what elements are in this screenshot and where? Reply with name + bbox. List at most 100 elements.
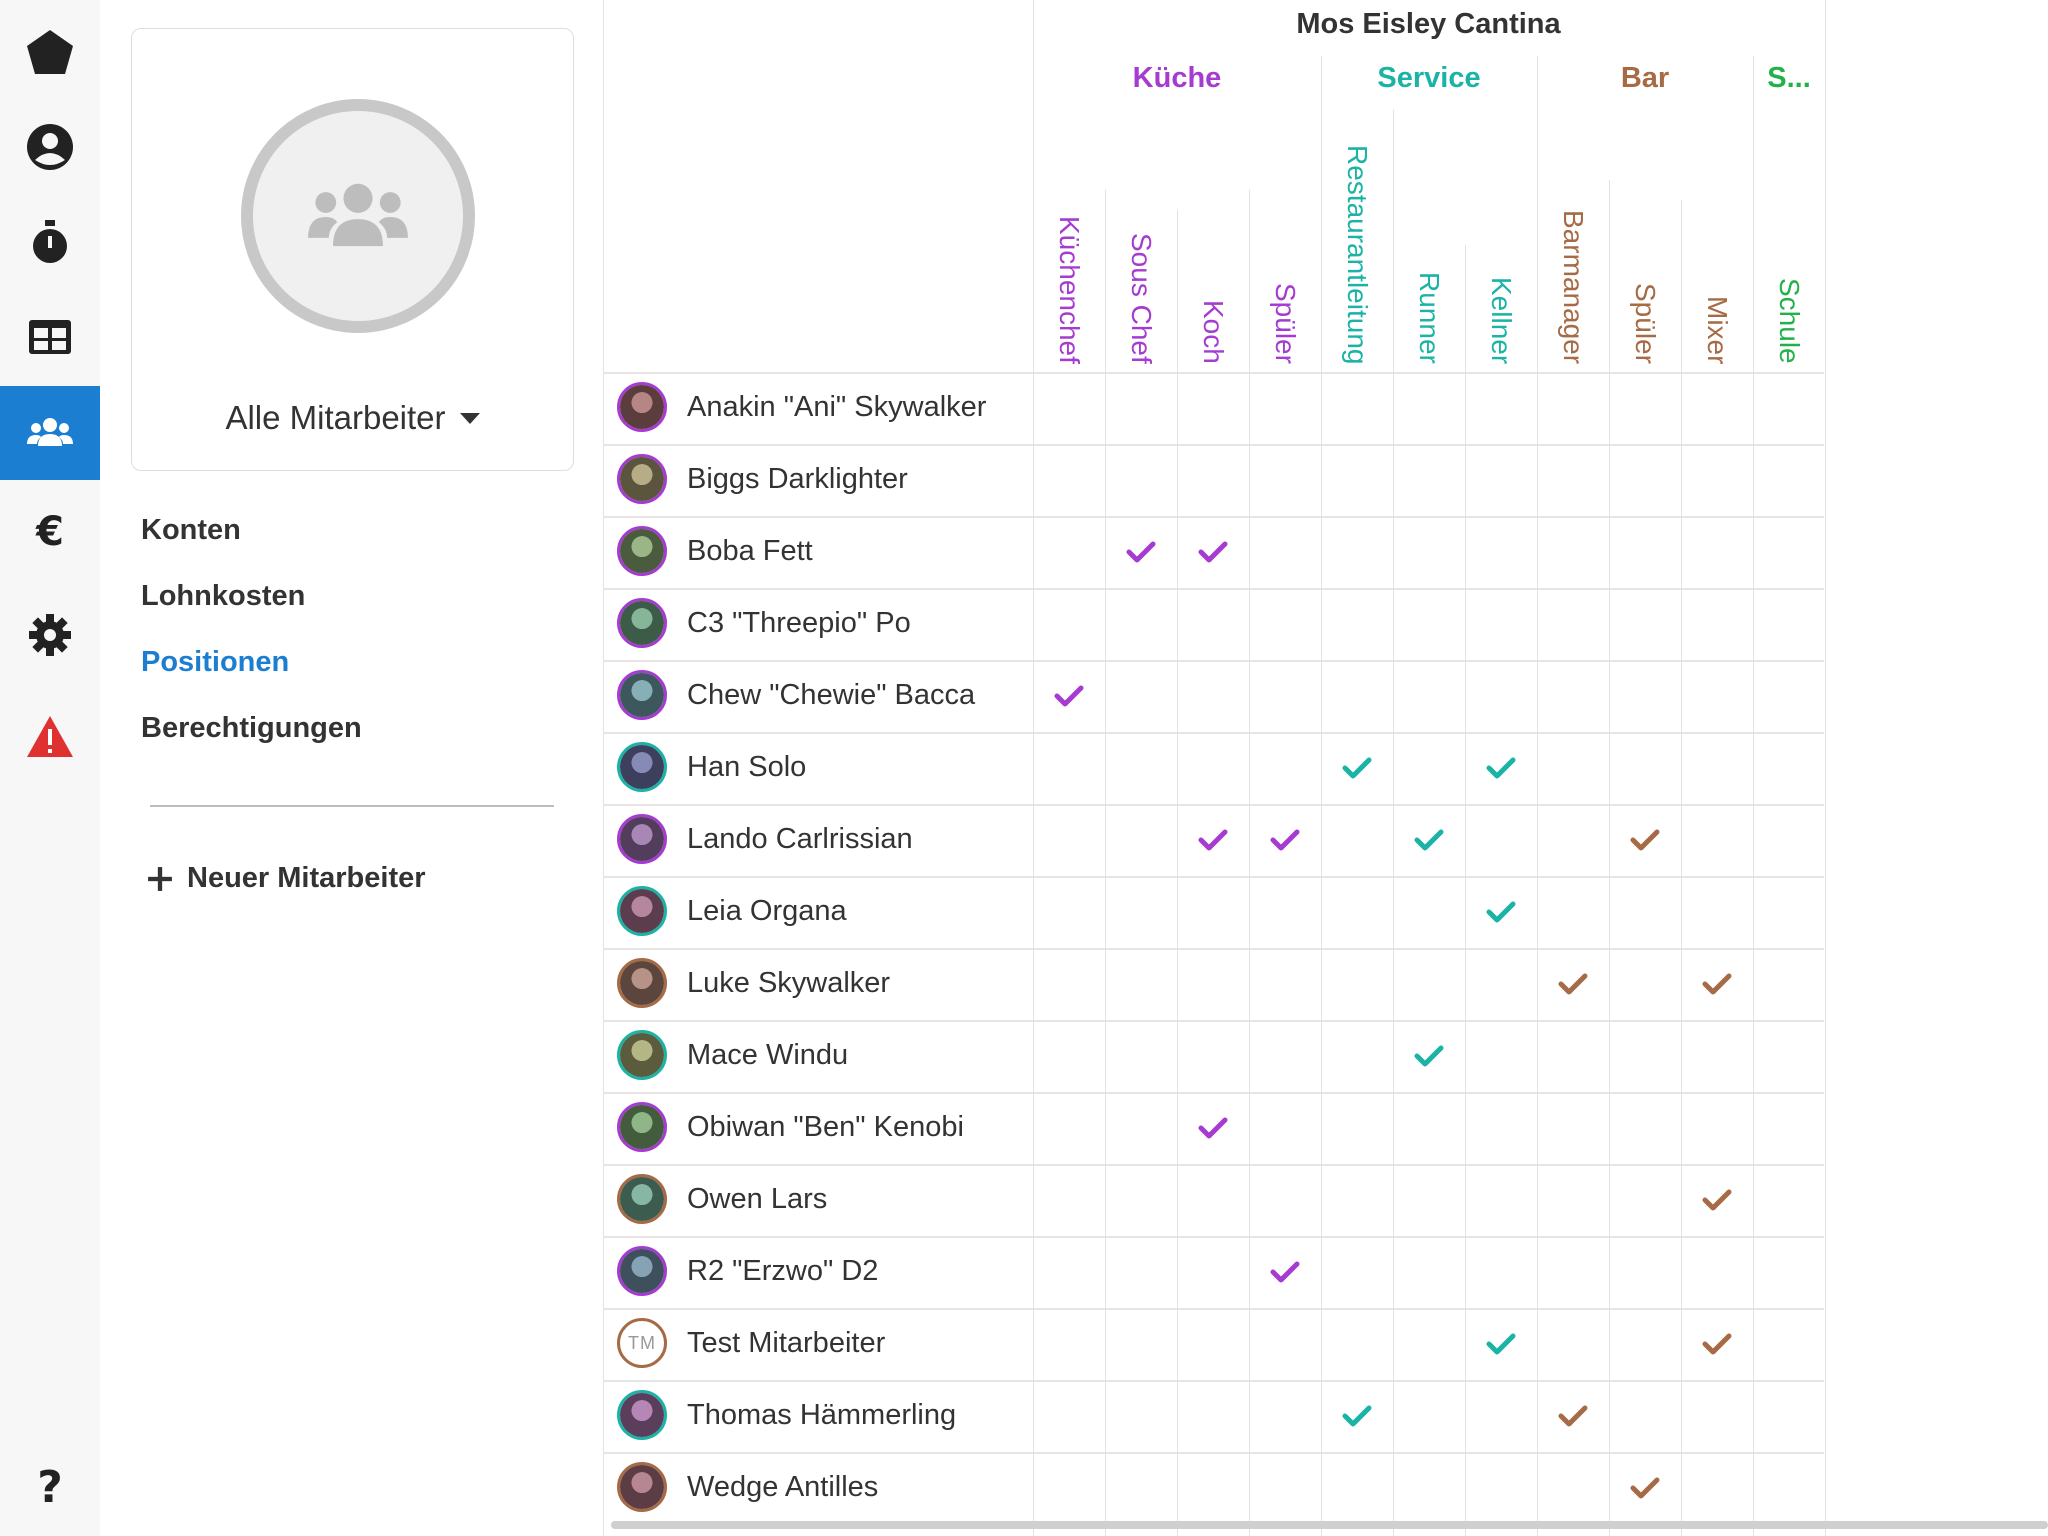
- position-cell[interactable]: [1393, 662, 1465, 734]
- position-cell[interactable]: [1753, 878, 1825, 950]
- position-cell[interactable]: [1465, 1454, 1537, 1526]
- position-cell[interactable]: [1321, 1022, 1393, 1094]
- position-cell[interactable]: [1465, 662, 1537, 734]
- position-cell[interactable]: [1033, 1310, 1105, 1382]
- employee-name[interactable]: Wedge Antilles: [687, 1471, 878, 1504]
- position-cell[interactable]: [1681, 1454, 1753, 1526]
- horizontal-scrollbar[interactable]: [611, 1521, 2048, 1529]
- position-cell[interactable]: [1249, 734, 1321, 806]
- position-cell[interactable]: [1537, 374, 1609, 446]
- position-cell[interactable]: [1033, 806, 1105, 878]
- employee-name[interactable]: Anakin "Ani" Skywalker: [687, 391, 986, 424]
- position-cell[interactable]: [1681, 518, 1753, 590]
- position-cell[interactable]: [1033, 446, 1105, 518]
- home-button[interactable]: [0, 5, 100, 99]
- position-cell[interactable]: [1249, 662, 1321, 734]
- position-cell[interactable]: [1393, 734, 1465, 806]
- position-cell[interactable]: [1321, 1382, 1393, 1454]
- position-cell[interactable]: [1753, 950, 1825, 1022]
- position-cell[interactable]: [1177, 1094, 1249, 1166]
- position-cell[interactable]: [1681, 1166, 1753, 1238]
- position-cell[interactable]: [1753, 1238, 1825, 1310]
- settings-button[interactable]: [0, 588, 100, 682]
- position-cell[interactable]: [1537, 878, 1609, 950]
- profile-button[interactable]: [0, 100, 100, 194]
- position-cell[interactable]: [1033, 950, 1105, 1022]
- employee-name[interactable]: Han Solo: [687, 751, 806, 784]
- position-cell[interactable]: [1249, 446, 1321, 518]
- position-cell[interactable]: [1393, 1094, 1465, 1166]
- position-cell[interactable]: [1249, 1238, 1321, 1310]
- position-cell[interactable]: [1753, 590, 1825, 662]
- position-cell[interactable]: [1537, 590, 1609, 662]
- position-cell[interactable]: [1105, 1382, 1177, 1454]
- employee-name[interactable]: Leia Organa: [687, 895, 847, 928]
- position-cell[interactable]: [1105, 878, 1177, 950]
- position-cell[interactable]: [1321, 374, 1393, 446]
- position-cell[interactable]: [1681, 1310, 1753, 1382]
- position-cell[interactable]: [1249, 878, 1321, 950]
- position-cell[interactable]: [1465, 1382, 1537, 1454]
- position-cell[interactable]: [1033, 590, 1105, 662]
- position-cell[interactable]: [1393, 518, 1465, 590]
- position-cell[interactable]: [1321, 878, 1393, 950]
- help-button[interactable]: ?: [0, 1438, 100, 1532]
- position-cell[interactable]: [1033, 1382, 1105, 1454]
- position-cell[interactable]: [1681, 1238, 1753, 1310]
- position-cell[interactable]: [1537, 1382, 1609, 1454]
- position-cell[interactable]: [1177, 1382, 1249, 1454]
- nav-konten[interactable]: Konten: [141, 514, 241, 547]
- position-cell[interactable]: [1753, 1454, 1825, 1526]
- position-cell[interactable]: [1465, 806, 1537, 878]
- position-cell[interactable]: [1537, 662, 1609, 734]
- schedule-button[interactable]: [0, 290, 100, 384]
- position-cell[interactable]: [1105, 1094, 1177, 1166]
- position-cell[interactable]: [1393, 806, 1465, 878]
- position-cell[interactable]: [1393, 590, 1465, 662]
- position-cell[interactable]: [1321, 1310, 1393, 1382]
- position-cell[interactable]: [1105, 806, 1177, 878]
- position-cell[interactable]: [1177, 662, 1249, 734]
- position-cell[interactable]: [1249, 1166, 1321, 1238]
- position-cell[interactable]: [1753, 734, 1825, 806]
- position-cell[interactable]: [1465, 950, 1537, 1022]
- position-cell[interactable]: [1609, 590, 1681, 662]
- position-cell[interactable]: [1753, 446, 1825, 518]
- employee-name[interactable]: Boba Fett: [687, 535, 813, 568]
- position-cell[interactable]: [1033, 374, 1105, 446]
- nav-berechtigungen[interactable]: Berechtigungen: [141, 712, 362, 745]
- position-cell[interactable]: [1177, 446, 1249, 518]
- position-cell[interactable]: [1105, 374, 1177, 446]
- employee-name[interactable]: Obiwan "Ben" Kenobi: [687, 1111, 964, 1144]
- position-cell[interactable]: [1537, 950, 1609, 1022]
- position-cell[interactable]: [1033, 1166, 1105, 1238]
- position-cell[interactable]: [1321, 1454, 1393, 1526]
- position-cell[interactable]: [1393, 1382, 1465, 1454]
- position-cell[interactable]: [1249, 1094, 1321, 1166]
- position-cell[interactable]: [1321, 446, 1393, 518]
- position-cell[interactable]: [1393, 446, 1465, 518]
- position-cell[interactable]: [1033, 518, 1105, 590]
- position-cell[interactable]: [1609, 374, 1681, 446]
- position-cell[interactable]: [1753, 806, 1825, 878]
- position-cell[interactable]: [1681, 662, 1753, 734]
- position-cell[interactable]: [1753, 1310, 1825, 1382]
- employee-name[interactable]: Thomas Hämmerling: [687, 1399, 956, 1432]
- position-cell[interactable]: [1393, 1454, 1465, 1526]
- employee-name[interactable]: Luke Skywalker: [687, 967, 890, 1000]
- new-employee-button[interactable]: Neuer Mitarbeiter: [147, 862, 426, 895]
- position-cell[interactable]: [1465, 1238, 1537, 1310]
- position-cell[interactable]: [1321, 1166, 1393, 1238]
- nav-positionen[interactable]: Positionen: [141, 646, 289, 679]
- position-cell[interactable]: [1249, 590, 1321, 662]
- position-cell[interactable]: [1177, 1238, 1249, 1310]
- position-cell[interactable]: [1033, 1238, 1105, 1310]
- position-cell[interactable]: [1609, 1166, 1681, 1238]
- position-cell[interactable]: [1753, 662, 1825, 734]
- position-cell[interactable]: [1537, 518, 1609, 590]
- position-cell[interactable]: [1681, 806, 1753, 878]
- group-select[interactable]: Alle Mitarbeiter: [132, 399, 573, 437]
- position-cell[interactable]: [1609, 1022, 1681, 1094]
- position-cell[interactable]: [1393, 1022, 1465, 1094]
- position-cell[interactable]: [1609, 734, 1681, 806]
